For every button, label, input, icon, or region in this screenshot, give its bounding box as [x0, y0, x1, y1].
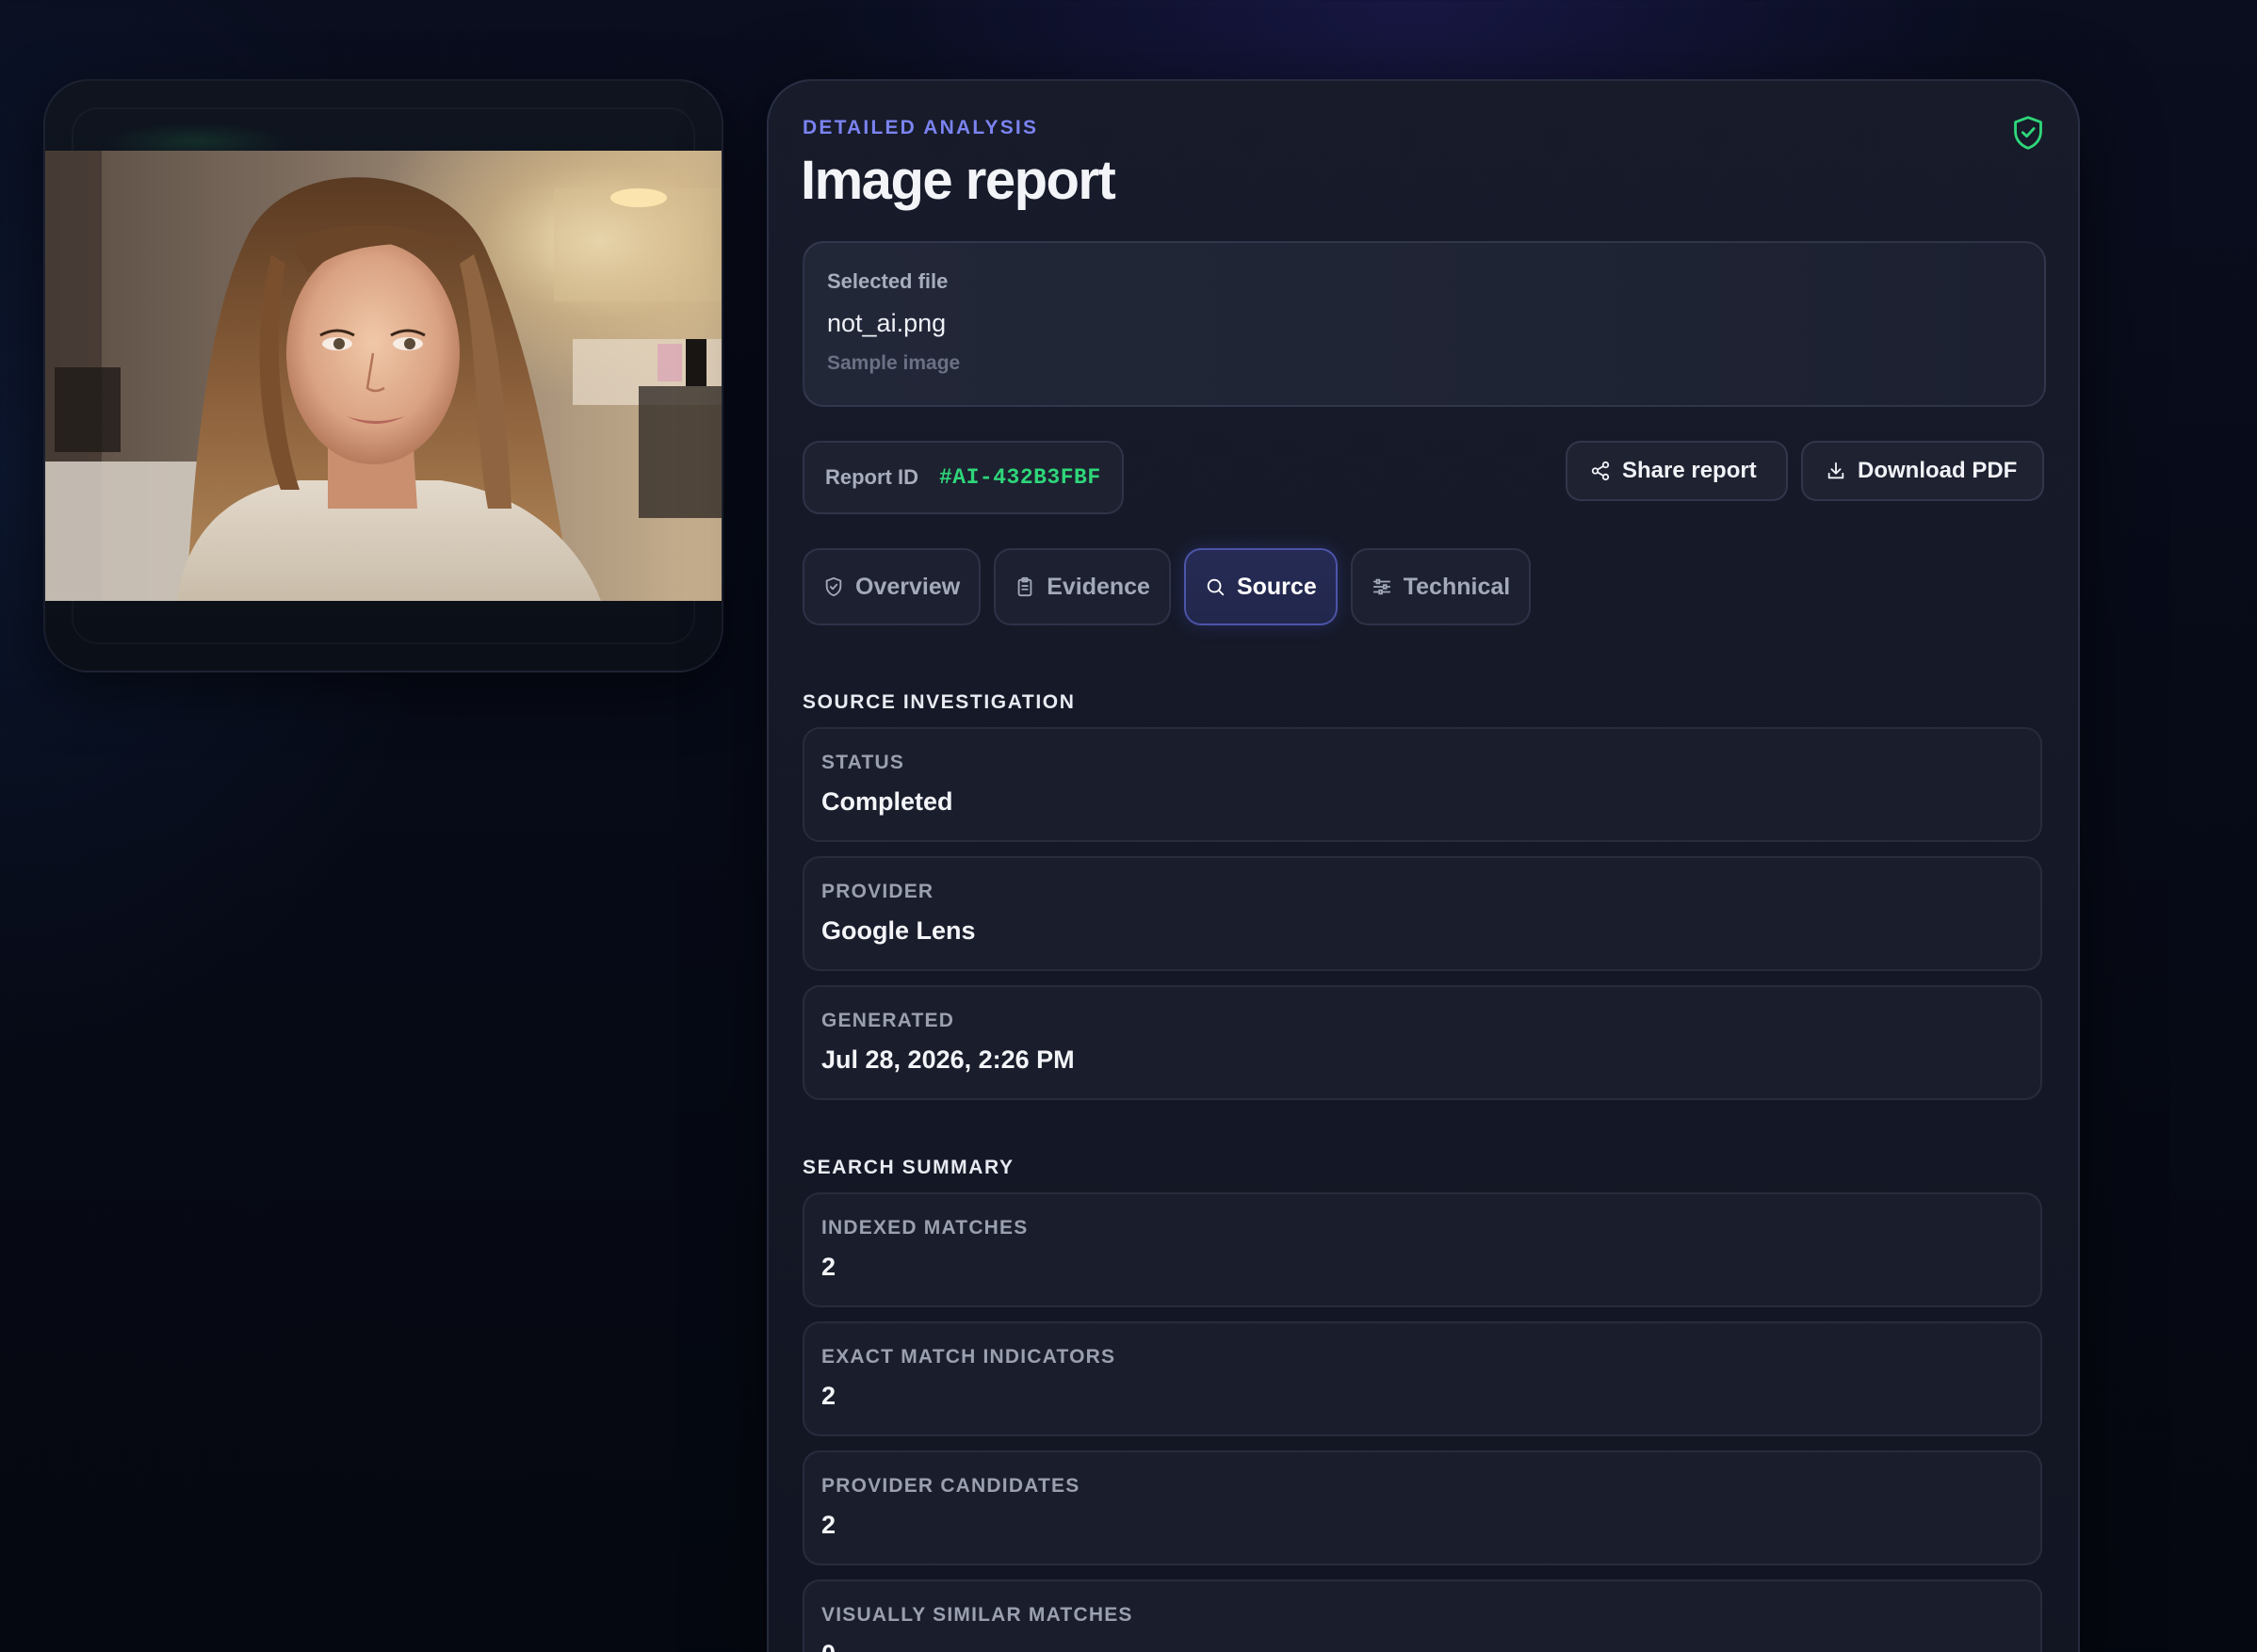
- indexed-matches-field: INDEXED MATCHES 2: [803, 1192, 2042, 1307]
- tab-technical-label: Technical: [1403, 573, 1511, 600]
- share-report-button[interactable]: Share report: [1566, 441, 1788, 501]
- download-pdf-label: Download PDF: [1858, 458, 2018, 483]
- exact-match-indicators-value: 2: [821, 1382, 836, 1410]
- tab-evidence[interactable]: Evidence: [994, 548, 1171, 625]
- report-id-badge: Report ID #AI-432B3FBF: [803, 441, 1124, 514]
- indexed-matches-label: INDEXED MATCHES: [821, 1217, 1029, 1239]
- status-label: STATUS: [821, 752, 905, 773]
- tab-source[interactable]: Source: [1183, 548, 1338, 625]
- generated-label: GENERATED: [821, 1010, 955, 1031]
- shield-check-icon: [2014, 116, 2042, 150]
- preview-image[interactable]: [45, 151, 722, 601]
- provider-candidates-field: PROVIDER CANDIDATES 2: [803, 1450, 2042, 1565]
- tab-evidence-label: Evidence: [1047, 573, 1150, 600]
- share-icon: [1591, 461, 1610, 481]
- provider-field: PROVIDER Google Lens: [803, 856, 2042, 971]
- status-value: Completed: [821, 787, 953, 816]
- exact-match-indicators-field: EXACT MATCH INDICATORS 2: [803, 1321, 2042, 1436]
- download-icon: [1827, 462, 1844, 479]
- provider-value: Google Lens: [821, 916, 976, 945]
- selected-file-box: Selected file not_ai.png Sample image: [803, 241, 2046, 407]
- shield-icon: [825, 576, 842, 597]
- download-pdf-button[interactable]: Download PDF: [1801, 441, 2044, 501]
- section-eyebrow: DETAILED ANALYSIS: [803, 117, 1039, 138]
- report-panel: DETAILED ANALYSIS Image report Selected …: [767, 79, 2080, 1652]
- page-title: Image report: [801, 150, 1116, 211]
- visually-similar-matches-value: 0: [821, 1640, 836, 1652]
- visually-similar-matches-label: VISUALLY SIMILAR MATCHES: [821, 1604, 1133, 1626]
- portrait-photo: [45, 151, 722, 601]
- generated-value: Jul 28, 2026, 2:26 PM: [821, 1045, 1075, 1074]
- report-id-label: Report ID: [825, 465, 918, 489]
- share-report-label: Share report: [1622, 458, 1757, 483]
- indexed-matches-value: 2: [821, 1253, 836, 1281]
- status-field: STATUS Completed: [803, 727, 2042, 842]
- tab-source-label: Source: [1236, 573, 1317, 600]
- search-summary-heading: SEARCH SUMMARY: [803, 1157, 1015, 1178]
- selected-file-name: not_ai.png: [827, 309, 947, 337]
- report-tabs: Overview Evidence Source Technical: [803, 548, 1532, 625]
- image-preview-card: [43, 79, 723, 672]
- selected-file-label: Selected file: [827, 269, 949, 293]
- tab-overview-label: Overview: [855, 573, 961, 600]
- generated-field: GENERATED Jul 28, 2026, 2:26 PM: [803, 985, 2042, 1100]
- selected-file-subtitle: Sample image: [827, 352, 961, 374]
- provider-candidates-value: 2: [821, 1511, 836, 1539]
- search-icon: [1207, 578, 1225, 596]
- provider-label: PROVIDER: [821, 881, 934, 902]
- tab-technical[interactable]: Technical: [1350, 548, 1532, 625]
- tab-overview[interactable]: Overview: [803, 548, 982, 625]
- visually-similar-matches-field: VISUALLY SIMILAR MATCHES 0: [803, 1579, 2042, 1652]
- sliders-icon: [1372, 578, 1390, 595]
- clipboard-icon: [1017, 576, 1032, 597]
- exact-match-indicators-label: EXACT MATCH INDICATORS: [821, 1346, 1116, 1368]
- provider-candidates-label: PROVIDER CANDIDATES: [821, 1475, 1080, 1497]
- report-id-value: #AI-432B3FBF: [939, 465, 1101, 490]
- source-investigation-heading: SOURCE INVESTIGATION: [803, 691, 1076, 713]
